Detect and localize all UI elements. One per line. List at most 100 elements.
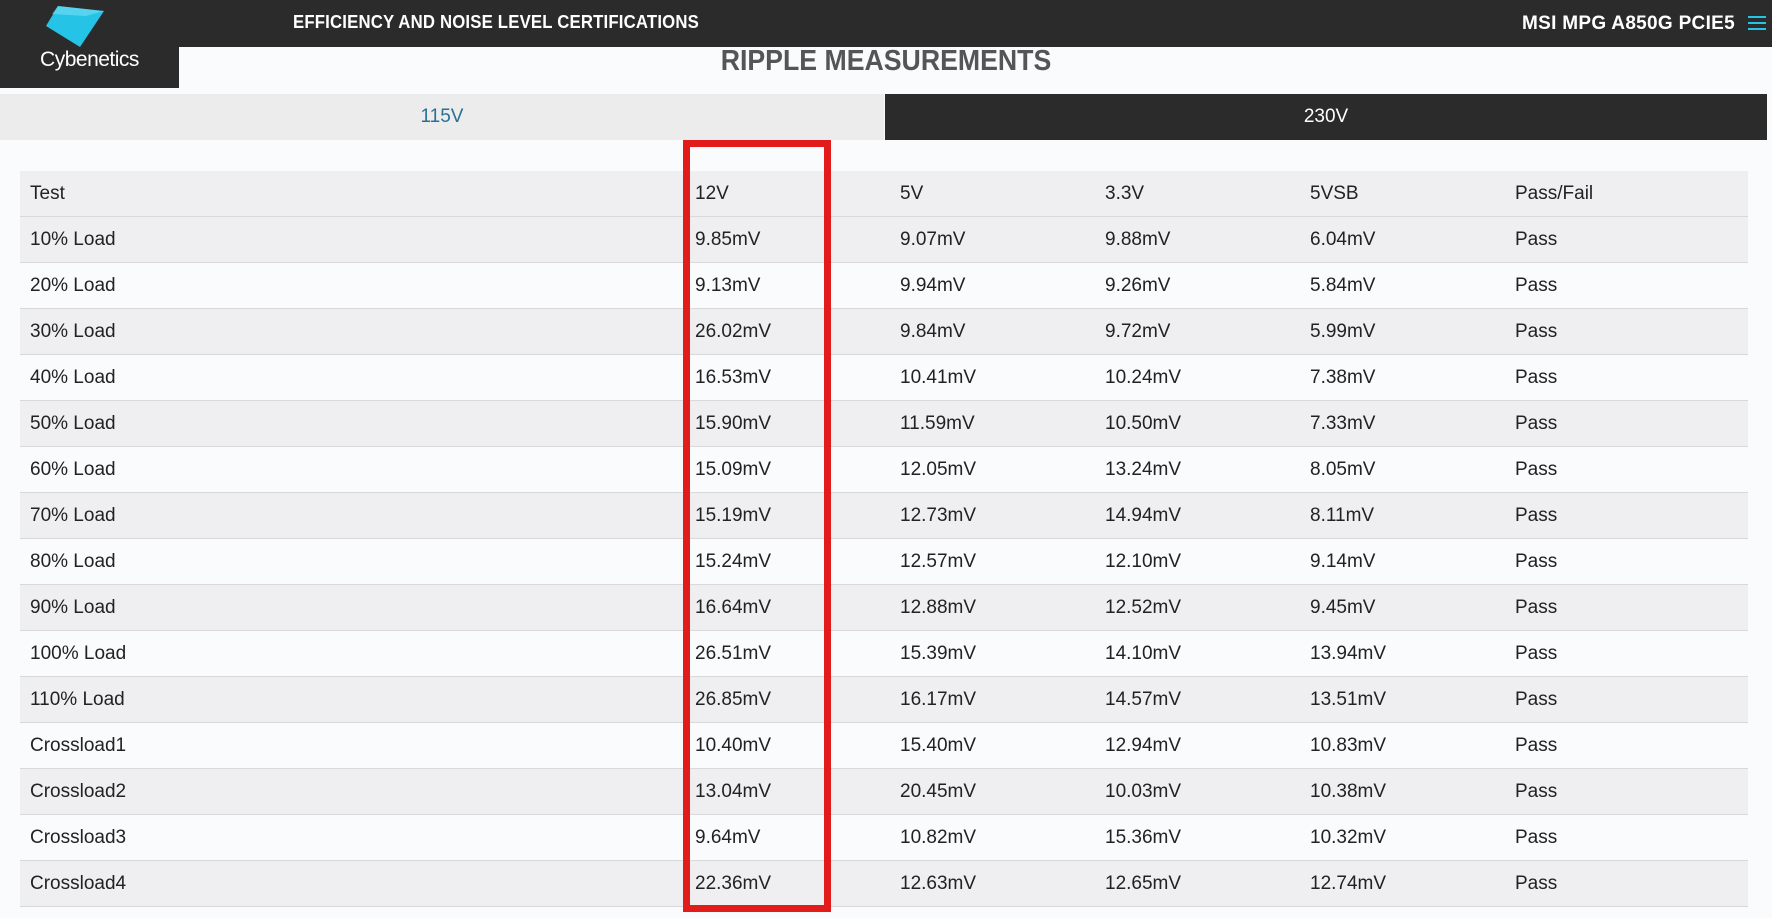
cell-3-3v: 12.52mV (1095, 584, 1300, 631)
pass-fail-cell: Pass (1505, 584, 1748, 631)
table-row: 60% Load 15.09mV 12.05mV 13.24mV 8.05mV Pass (20, 446, 1748, 493)
pass-fail-cell: Pass (1505, 262, 1748, 309)
pass-fail-cell: Pass (1505, 722, 1748, 769)
voltage-tabs: 115V 230V (0, 94, 1767, 140)
cell-5v: 9.07mV (890, 216, 1095, 263)
test-cell: 110% Load (20, 676, 685, 723)
table-row: Crossload3 9.64mV 10.82mV 15.36mV 10.32mV Pas… (20, 814, 1748, 861)
cell-5vsb: 5.99mV (1300, 308, 1505, 355)
cell-5vsb: 7.33mV (1300, 400, 1505, 447)
table-row: 10% Load 9.85mV 9.07mV 9.88mV 6.04mV Pass (20, 216, 1748, 263)
top-bar: EFFICIENCY AND NOISE LEVEL CERTIFICATION… (0, 0, 1772, 47)
cell-5v: 16.17mV (890, 676, 1095, 723)
test-cell: 50% Load (20, 400, 685, 447)
cell-12v: 9.13mV (685, 262, 890, 309)
cell-3-3v: 10.03mV (1095, 768, 1300, 815)
cell-5vsb: 13.94mV (1300, 630, 1505, 677)
cell-12v: 16.64mV (685, 584, 890, 631)
cell-5v: 20.45mV (890, 768, 1095, 815)
table-row: 100% Load 26.51mV 15.39mV 14.10mV 13.94mV Pas… (20, 630, 1748, 677)
table-row: 110% Load 26.85mV 16.17mV 14.57mV 13.51mV Pas… (20, 676, 1748, 723)
tab-115v[interactable]: 115V (0, 94, 884, 140)
cell-5vsb: 5.84mV (1300, 262, 1505, 309)
table-row: 20% Load 9.13mV 9.94mV 9.26mV 5.84mV Pass (20, 262, 1748, 309)
table-row: 90% Load 16.64mV 12.88mV 12.52mV 9.45mV Pass (20, 584, 1748, 631)
cell-12v: 15.90mV (685, 400, 890, 447)
pass-fail-cell: Pass (1505, 400, 1748, 447)
test-cell: 30% Load (20, 308, 685, 355)
header-5v: 5V (890, 171, 1095, 217)
pass-fail-cell: Pass (1505, 308, 1748, 355)
pass-fail-cell: Pass (1505, 354, 1748, 401)
cell-5v: 10.41mV (890, 354, 1095, 401)
cell-5vsb: 9.45mV (1300, 584, 1505, 631)
cell-5vsb: 10.32mV (1300, 814, 1505, 861)
cell-5v: 10.82mV (890, 814, 1095, 861)
tab-230v[interactable]: 230V (885, 94, 1767, 140)
cell-5v: 9.94mV (890, 262, 1095, 309)
logo-text: Cybenetics (40, 48, 139, 71)
cell-3-3v: 15.36mV (1095, 814, 1300, 861)
test-cell: 90% Load (20, 584, 685, 631)
cell-3-3v: 14.94mV (1095, 492, 1300, 539)
table-row: Crossload4 22.36mV 12.63mV 12.65mV 12.74mV Pa… (20, 860, 1748, 907)
cell-3-3v: 13.24mV (1095, 446, 1300, 493)
test-cell: 80% Load (20, 538, 685, 585)
cell-12v: 15.19mV (685, 492, 890, 539)
cell-3-3v: 10.24mV (1095, 354, 1300, 401)
cell-5v: 11.59mV (890, 400, 1095, 447)
cell-5v: 12.05mV (890, 446, 1095, 493)
table-row: 30% Load 26.02mV 9.84mV 9.72mV 5.99mV Pass (20, 308, 1748, 355)
page-title: RIPPLE MEASUREMENTS (720, 45, 1052, 77)
test-cell: Crossload4 (20, 860, 685, 907)
pass-fail-cell: Pass (1505, 216, 1748, 263)
pass-fail-cell: Pass (1505, 630, 1748, 677)
test-cell: Crossload1 (20, 722, 685, 769)
cell-5v: 15.39mV (890, 630, 1095, 677)
cell-5vsb: 10.38mV (1300, 768, 1505, 815)
cell-5v: 12.57mV (890, 538, 1095, 585)
cell-12v: 26.85mV (685, 676, 890, 723)
pass-fail-cell: Pass (1505, 492, 1748, 539)
cell-5v: 12.73mV (890, 492, 1095, 539)
test-cell: 20% Load (20, 262, 685, 309)
table-row: Crossload1 10.40mV 15.40mV 12.94mV 10.83mV Pa… (20, 722, 1748, 769)
test-cell: Crossload3 (20, 814, 685, 861)
cell-3-3v: 14.57mV (1095, 676, 1300, 723)
cell-3-3v: 14.10mV (1095, 630, 1300, 677)
cell-5v: 12.88mV (890, 584, 1095, 631)
pass-fail-cell: Pass (1505, 676, 1748, 723)
cell-5vsb: 8.05mV (1300, 446, 1505, 493)
table-row: 70% Load 15.19mV 12.73mV 14.94mV 8.11mV Pass (20, 492, 1748, 539)
cell-12v: 22.36mV (685, 860, 890, 907)
pass-fail-cell: Pass (1505, 538, 1748, 585)
hamburger-menu-icon[interactable] (1748, 14, 1766, 37)
cell-3-3v: 9.26mV (1095, 262, 1300, 309)
cell-3-3v: 9.72mV (1095, 308, 1300, 355)
ripple-measurements-table: Test 12V 5V 3.3V 5VSB Pass/Fail 10% Load… (20, 171, 1748, 907)
cell-12v: 26.02mV (685, 308, 890, 355)
table-row: Crossload2 13.04mV 20.45mV 10.03mV 10.38mV Pa… (20, 768, 1748, 815)
test-cell: 100% Load (20, 630, 685, 677)
test-cell: 60% Load (20, 446, 685, 493)
pass-fail-cell: Pass (1505, 860, 1748, 907)
pass-fail-cell: Pass (1505, 768, 1748, 815)
test-cell: 70% Load (20, 492, 685, 539)
table-row: 40% Load 16.53mV 10.41mV 10.24mV 7.38mV Pass (20, 354, 1748, 401)
table-row: 50% Load 15.90mV 11.59mV 10.50mV 7.33mV Pass (20, 400, 1748, 447)
product-name: MSI MPG A850G PCIE5 (1521, 13, 1735, 34)
test-cell: 10% Load (20, 216, 685, 263)
cell-5v: 15.40mV (890, 722, 1095, 769)
header-5vsb: 5VSB (1300, 171, 1505, 217)
header-test: Test (20, 171, 685, 217)
cell-12v: 16.53mV (685, 354, 890, 401)
header-pass-fail: Pass/Fail (1505, 171, 1748, 217)
cybenetics-logo[interactable]: Cybenetics (0, 0, 179, 88)
cell-3-3v: 12.65mV (1095, 860, 1300, 907)
cell-12v: 15.24mV (685, 538, 890, 585)
table-header-row: Test 12V 5V 3.3V 5VSB Pass/Fail (20, 171, 1748, 217)
cell-5vsb: 13.51mV (1300, 676, 1505, 723)
efficiency-noise-certifications-link[interactable]: EFFICIENCY AND NOISE LEVEL CERTIFICATION… (293, 12, 699, 33)
header-3-3v: 3.3V (1095, 171, 1300, 217)
cell-5v: 12.63mV (890, 860, 1095, 907)
